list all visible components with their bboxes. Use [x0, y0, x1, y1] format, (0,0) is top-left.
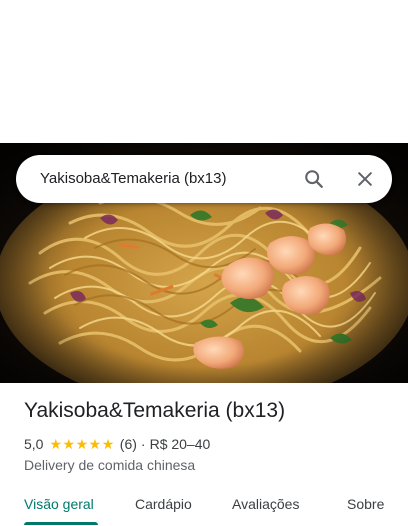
rating-value: 5,0	[24, 436, 44, 452]
rating-row: 5,0 ★ ★ ★ ★ ★ (6) · R$ 20–40	[24, 435, 210, 453]
tab-about[interactable]: Sobre	[347, 490, 384, 526]
close-icon	[358, 172, 372, 186]
star-icon: ★	[75, 436, 89, 452]
place-title: Yakisoba&Temakeria (bx13)	[24, 399, 286, 422]
star-icon: ★	[62, 436, 76, 452]
search-bar[interactable]: Yakisoba&Temakeria (bx13)	[16, 155, 392, 203]
clear-search-button[interactable]	[349, 163, 381, 195]
search-button[interactable]	[298, 163, 330, 195]
place-category[interactable]: Delivery de comida chinesa	[24, 457, 195, 473]
map-area	[0, 0, 408, 143]
tab-menu[interactable]: Cardápio	[135, 490, 192, 526]
search-input[interactable]: Yakisoba&Temakeria (bx13)	[40, 155, 226, 203]
star-icon: ★	[49, 436, 63, 452]
rating-stars: ★ ★ ★ ★ ★	[49, 437, 114, 451]
active-tab-indicator	[24, 522, 98, 525]
tab-reviews[interactable]: Avaliações	[232, 490, 299, 526]
price-range: R$ 20–40	[149, 436, 211, 452]
search-icon	[305, 170, 323, 188]
separator-dot: ·	[140, 436, 146, 452]
star-icon: ★	[101, 436, 115, 452]
star-icon: ★	[88, 436, 102, 452]
place-page: Yakisoba&Temakeria (bx13) Yakisoba&Temak…	[0, 0, 408, 526]
tab-overview[interactable]: Visão geral	[24, 490, 94, 526]
place-tabs: Visão geral Cardápio Avaliações Sobre	[0, 490, 408, 526]
review-count[interactable]: (6)	[120, 436, 137, 452]
